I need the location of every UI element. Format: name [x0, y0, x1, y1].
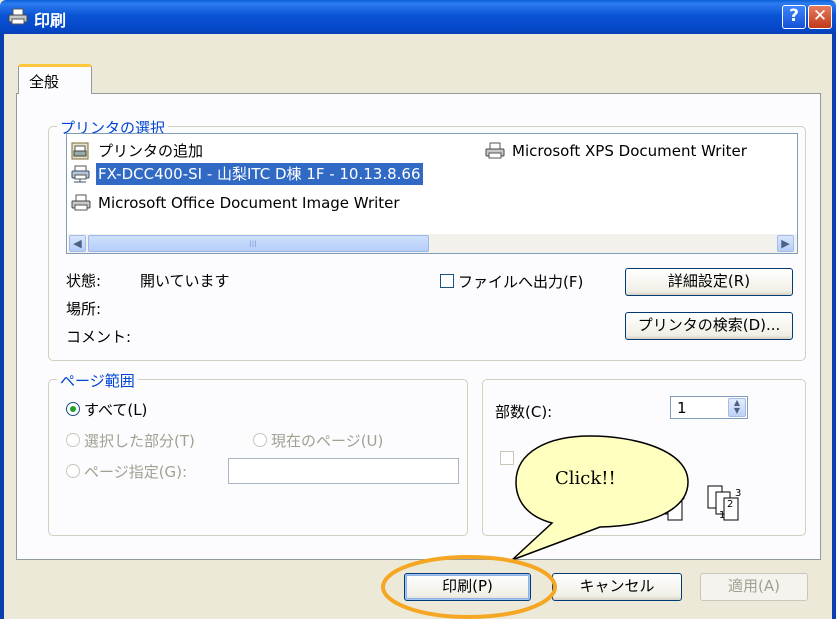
printer-list-hscrollbar[interactable]: ◀ III ▶ [68, 234, 797, 253]
svg-text:2: 2 [727, 499, 733, 510]
range-selection-radio[interactable] [66, 433, 80, 447]
printer-item-label: プリンタの追加 [98, 142, 204, 160]
tab-general[interactable]: 全般 [18, 64, 92, 94]
status-label: 状態: [66, 272, 102, 290]
svg-text:3: 3 [679, 492, 685, 503]
range-selection-label: 選択した部分(T) [84, 432, 195, 450]
printer-list[interactable]: プリンタの追加 FX-DCC400-SI - 山梨ITC D棟 1F - 10.… [66, 133, 798, 254]
copies-value: 1 [677, 399, 687, 417]
printer-item-label: FX-DCC400-SI - 山梨ITC D棟 1F - 10.13.8.66 [95, 162, 424, 186]
range-current-page-radio[interactable] [253, 433, 267, 447]
range-pages-label: ページ指定(G): [84, 463, 188, 481]
status-value: 開いています [140, 272, 230, 290]
preferences-button[interactable]: 詳細設定(R) [625, 268, 793, 296]
scroll-thumb[interactable]: III [88, 235, 429, 252]
page-range-group-title: ページ範囲 [57, 370, 138, 391]
printer-icon [485, 142, 505, 159]
find-printer-button[interactable]: プリンタの検索(D)... [625, 312, 793, 340]
location-label: 場所: [66, 300, 102, 318]
print-button[interactable]: 印刷(P) [404, 573, 531, 601]
tab-label: 全般 [29, 73, 60, 91]
spin-arrows-icon[interactable]: ▲ ▼ [728, 398, 746, 417]
range-current-page-label: 現在のページ(U) [271, 432, 384, 450]
printer-icon [71, 194, 91, 211]
print-to-file-label: ファイルへ出力(F) [458, 273, 584, 291]
window-title: 印刷 [34, 11, 67, 30]
help-button[interactable]: ? [782, 5, 806, 29]
copies-stepper[interactable]: 1 ▲ ▼ [670, 396, 748, 419]
pages-input[interactable] [228, 458, 459, 484]
copies-label: 部数(C): [495, 403, 553, 421]
printer-item-label: Microsoft XPS Document Writer [512, 142, 747, 160]
window-frame-left [0, 34, 4, 619]
close-button[interactable]: ✕ [808, 5, 832, 29]
svg-text:1: 1 [719, 510, 725, 521]
range-pages-radio[interactable] [66, 464, 80, 478]
scroll-grip: III [249, 240, 257, 250]
callout-text: Click!! [555, 468, 616, 489]
apply-button: 適用(A) [700, 573, 808, 601]
window-frame-right [832, 34, 836, 619]
printer-icon [8, 8, 28, 25]
scroll-right-icon[interactable]: ▶ [777, 235, 794, 252]
scroll-left-icon[interactable]: ◀ [69, 235, 86, 252]
svg-text:3: 3 [735, 488, 741, 499]
print-to-file-checkbox[interactable] [440, 274, 454, 288]
network-printer-icon [71, 165, 90, 183]
collate-checkbox[interactable] [500, 451, 514, 465]
printer-item-label: Microsoft Office Document Image Writer [98, 194, 400, 212]
cancel-button[interactable]: キャンセル [552, 573, 682, 601]
comment-label: コメント: [66, 328, 132, 346]
add-printer-icon [71, 142, 89, 160]
collate-pages-icon: 3 3 2 1 [651, 485, 741, 521]
title-bar: 印刷 ? ✕ [0, 0, 836, 34]
range-all-label: すべて(L) [84, 401, 148, 419]
range-all-radio[interactable] [66, 402, 80, 416]
